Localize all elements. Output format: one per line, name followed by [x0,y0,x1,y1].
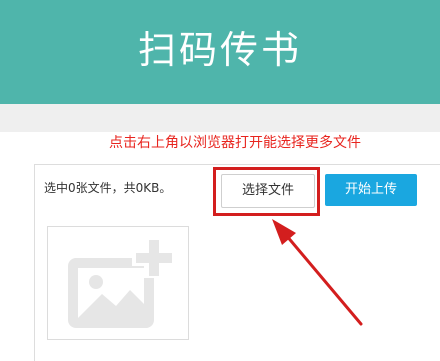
annotation-highlight-box [213,167,320,216]
start-upload-button[interactable]: 开始上传 [325,174,417,206]
add-image-tile[interactable] [47,226,189,340]
page-title: 扫码传书 [137,28,302,72]
browser-hint: 点击右上角以浏览器打开能选择更多文件 [109,135,361,151]
header-bar: 扫码传书 [0,0,440,104]
page: 扫码传书 点击右上角以浏览器打开能选择更多文件 选中0张文件，共0KB。 选择文… [0,0,440,361]
add-image-icon [68,238,174,328]
divider-band [0,104,440,132]
selection-status: 选中0张文件，共0KB。 [44,181,172,195]
